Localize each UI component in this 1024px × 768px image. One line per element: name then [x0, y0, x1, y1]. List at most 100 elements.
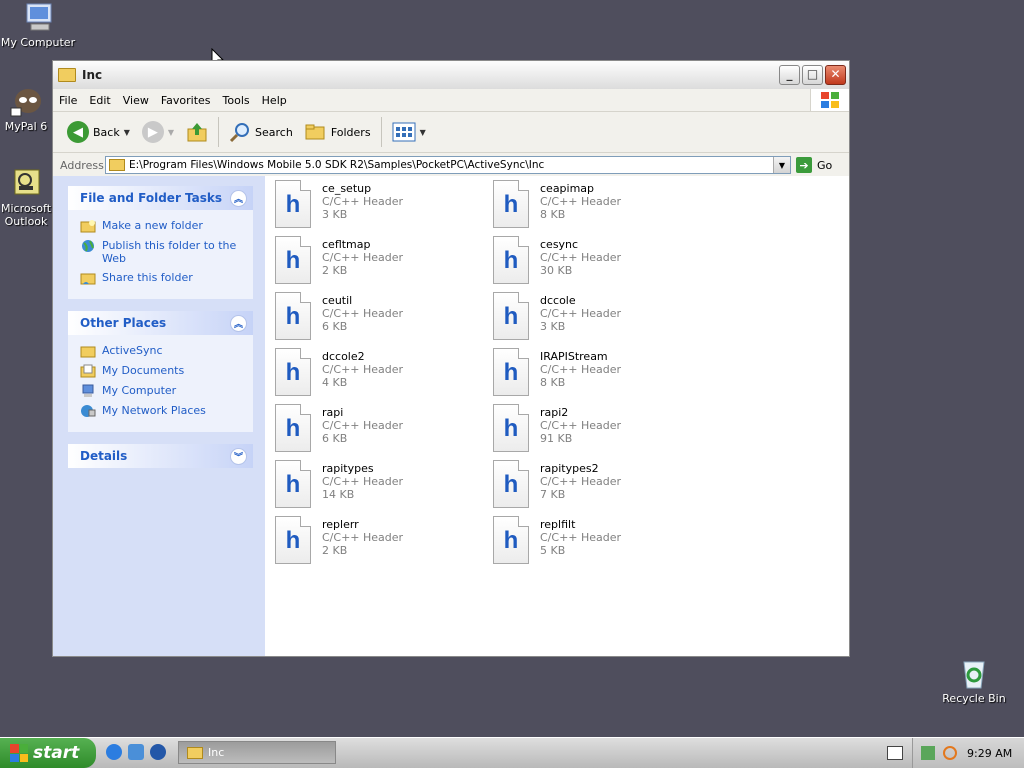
back-dropdown-icon[interactable]: ▼: [124, 128, 130, 137]
panel-title: Details: [80, 449, 128, 463]
windows-flag-icon: [10, 744, 28, 762]
forward-button[interactable]: ▶ ▼: [136, 116, 180, 148]
clock[interactable]: 9:29 AM: [967, 747, 1012, 760]
menu-edit[interactable]: Edit: [83, 94, 116, 107]
page-fold: [300, 404, 311, 415]
title-bar[interactable]: Inc _ □ ✕: [53, 61, 849, 89]
header-file-icon: h: [275, 404, 311, 452]
file-item[interactable]: h rapitypes C/C++ Header 14 KB: [275, 460, 485, 512]
toolbar: ◀ Back ▼ ▶ ▼ Search Folders ▼: [53, 112, 849, 153]
file-item[interactable]: h IRAPIStream C/C++ Header 8 KB: [493, 348, 703, 400]
file-item[interactable]: h rapi2 C/C++ Header 91 KB: [493, 404, 703, 456]
address-bar: Address E:\Program Files\Windows Mobile …: [53, 153, 849, 178]
start-label: start: [33, 743, 80, 763]
header-file-letter: h: [285, 415, 301, 442]
desktop-icon-recycle-bin[interactable]: Recycle Bin: [936, 658, 1012, 705]
activesync-tray-icon[interactable]: [921, 746, 935, 760]
task-label: Share this folder: [102, 271, 193, 284]
file-item[interactable]: h ceapimap C/C++ Header 8 KB: [493, 180, 703, 232]
menu-tools[interactable]: Tools: [217, 94, 256, 107]
file-name: rapitypes: [322, 462, 374, 475]
page-fold: [300, 460, 311, 471]
file-item[interactable]: h rapitypes2 C/C++ Header 7 KB: [493, 460, 703, 512]
page-fold: [300, 516, 311, 527]
expand-icon[interactable]: ︾: [230, 447, 247, 465]
task-publish-web[interactable]: Publish this folder to the Web: [80, 239, 243, 265]
file-item[interactable]: h cefltmap C/C++ Header 2 KB: [275, 236, 485, 288]
collapse-icon[interactable]: ︽: [230, 189, 247, 207]
place-my-documents[interactable]: My Documents: [80, 364, 243, 378]
place-my-computer[interactable]: My Computer: [80, 384, 243, 398]
forward-dropdown-icon[interactable]: ▼: [168, 128, 174, 137]
file-item[interactable]: h dccole C/C++ Header 3 KB: [493, 292, 703, 344]
search-tray-icon[interactable]: [943, 746, 957, 760]
mypal-icon: [9, 86, 43, 118]
place-label: ActiveSync: [102, 344, 163, 357]
task-make-new-folder[interactable]: Make a new folder: [80, 219, 243, 233]
file-size: 2 KB: [322, 544, 348, 557]
desktop-icon-mypal[interactable]: MyPal 6: [0, 86, 52, 133]
file-size: 2 KB: [322, 264, 348, 277]
panel-header[interactable]: Other Places ︽: [68, 311, 253, 335]
file-size: 4 KB: [322, 376, 348, 389]
file-item[interactable]: h rapi C/C++ Header 6 KB: [275, 404, 485, 456]
media-player-icon[interactable]: [150, 744, 166, 760]
file-name: replerr: [322, 518, 359, 531]
header-file-letter: h: [503, 415, 519, 442]
window-content: File and Folder Tasks ︽ Make a new folde…: [53, 176, 849, 656]
menu-favorites[interactable]: Favorites: [155, 94, 217, 107]
search-button[interactable]: Search: [223, 116, 299, 148]
maximize-button[interactable]: □: [802, 65, 823, 85]
computer-icon: [82, 384, 94, 397]
close-button[interactable]: ✕: [825, 65, 846, 85]
back-button[interactable]: ◀ Back ▼: [61, 116, 136, 148]
file-item[interactable]: h ce_setup C/C++ Header 3 KB: [275, 180, 485, 232]
place-activesync[interactable]: ActiveSync: [80, 344, 243, 358]
menu-file[interactable]: File: [53, 94, 83, 107]
desktop-icon-label: Microsoft Outlook: [0, 202, 52, 228]
panel-header[interactable]: Details ︾: [68, 444, 253, 468]
toolbar-separator: [218, 117, 220, 147]
file-item[interactable]: h cesync C/C++ Header 30 KB: [493, 236, 703, 288]
panel-header[interactable]: File and Folder Tasks ︽: [68, 186, 253, 210]
address-value: E:\Program Files\Windows Mobile 5.0 SDK …: [129, 159, 545, 171]
task-label: Make a new folder: [102, 219, 203, 232]
taskbar-item-label: Inc: [208, 746, 225, 759]
collapse-icon[interactable]: ︽: [230, 314, 247, 332]
file-item[interactable]: h dccole2 C/C++ Header 4 KB: [275, 348, 485, 400]
up-folder-button[interactable]: [180, 116, 214, 148]
menu-view[interactable]: View: [117, 94, 155, 107]
go-label: Go: [817, 158, 833, 172]
desktop-icon-outlook[interactable]: Microsoft Outlook: [0, 168, 52, 228]
go-arrow-icon: ➔: [796, 157, 812, 173]
start-button[interactable]: start: [0, 738, 96, 768]
desktop-icon-my-computer[interactable]: My Computer: [0, 2, 76, 49]
place-my-network-places[interactable]: My Network Places: [80, 404, 243, 418]
file-type: C/C++ Header: [322, 251, 404, 264]
file-list: h ce_setup C/C++ Header 3 KB h ceapimap C/C++ …: [265, 176, 849, 656]
menu-help[interactable]: Help: [256, 94, 293, 107]
header-file-letter: h: [503, 247, 519, 274]
internet-explorer-icon[interactable]: [106, 744, 122, 760]
go-button[interactable]: ➔ Go: [796, 157, 832, 173]
file-name: ceutil: [322, 294, 353, 307]
up-folder-icon: [187, 123, 207, 142]
outlook-express-icon[interactable]: [128, 744, 144, 760]
header-file-letter: h: [503, 359, 519, 386]
task-pane: File and Folder Tasks ︽ Make a new folde…: [53, 176, 265, 656]
file-item[interactable]: h replfilt C/C++ Header 5 KB: [493, 516, 703, 568]
address-dropdown-icon[interactable]: ▼: [773, 157, 790, 173]
views-button[interactable]: ▼: [386, 116, 432, 148]
file-name: rapi2: [540, 406, 569, 419]
task-share-folder[interactable]: Share this folder: [80, 271, 243, 285]
minimize-button[interactable]: _: [779, 65, 800, 85]
address-input[interactable]: E:\Program Files\Windows Mobile 5.0 SDK …: [105, 156, 791, 174]
page-fold: [518, 292, 529, 303]
file-item[interactable]: h ceutil C/C++ Header 6 KB: [275, 292, 485, 344]
taskbar-item-inc[interactable]: Inc: [178, 741, 336, 764]
file-item[interactable]: h replerr C/C++ Header 2 KB: [275, 516, 485, 568]
keyboard-icon[interactable]: [887, 746, 903, 760]
outlook-icon: [9, 168, 43, 200]
file-type: C/C++ Header: [322, 419, 404, 432]
folders-button[interactable]: Folders: [299, 116, 377, 148]
